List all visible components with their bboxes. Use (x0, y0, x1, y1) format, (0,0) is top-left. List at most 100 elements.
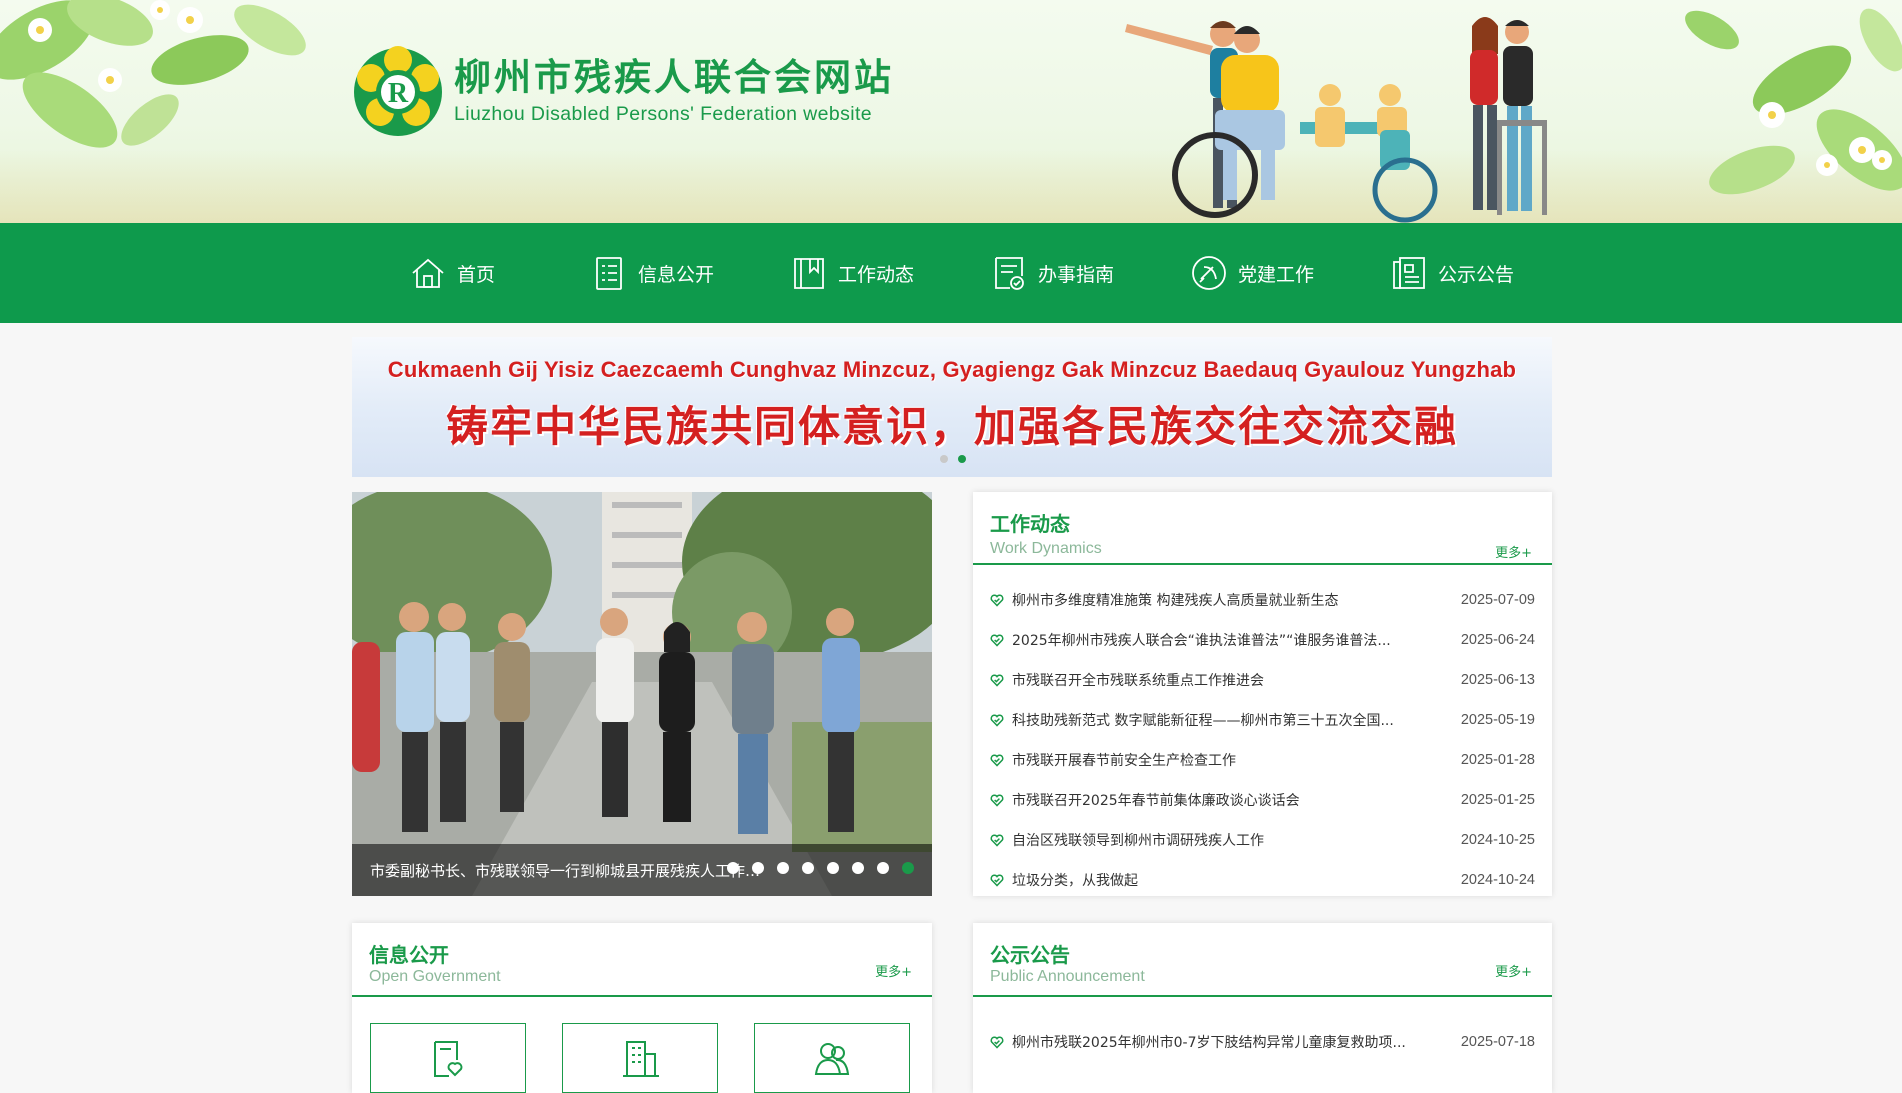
svg-text:R: R (388, 78, 409, 109)
list-item-title[interactable]: 自治区残联领导到柳州市调研残疾人工作 (1012, 830, 1461, 850)
photo-dot[interactable] (777, 862, 789, 874)
site-title-cn: 柳州市残疾人联合会网站 (454, 56, 894, 99)
panel-subtitle: Open Government (369, 968, 501, 985)
list-item-title[interactable]: 市残联召开全市残联系统重点工作推进会 (1012, 670, 1461, 690)
photo-slider[interactable]: 市委副秘书长、市残联领导一行到柳城县开展残疾人工作调研 (352, 492, 932, 896)
site-title-en: Liuzhou Disabled Persons' Federation web… (454, 103, 873, 125)
nav-home-label: 首页 (456, 263, 495, 286)
more-link[interactable]: 更多+ (1495, 542, 1532, 561)
party-icon (1192, 256, 1226, 290)
heart-check-icon (990, 794, 1004, 807)
list-item-date: 2024-10-24 (1460, 872, 1535, 888)
panel-title: 信息公开 (369, 943, 449, 967)
banner-line-zhuang: Cukmaenh Gij Yisiz Caezcaemh Cunghvaz Mi… (387, 357, 1517, 382)
panel-subtitle: Public Announcement (990, 968, 1145, 985)
list-item-title[interactable]: 市残联开展春节前安全生产检查工作 (1012, 750, 1461, 770)
list-item[interactable]: 市残联召开2025年春节前集体廉政谈心谈话会 2025-01-25 (990, 780, 1535, 820)
list-item-date: 2025-07-18 (1460, 1034, 1535, 1050)
heart-check-icon (990, 1036, 1004, 1049)
heart-check-icon (990, 674, 1004, 687)
list-item-title[interactable]: 柳州市残联2025年柳州市0-7岁下肢结构异常儿童康复救助项... (1012, 1032, 1461, 1052)
photo-dot[interactable] (727, 862, 739, 874)
federation-emblem-icon: R (354, 46, 442, 136)
more-link[interactable]: 更多+ (1495, 961, 1532, 980)
panel-title: 公示公告 (990, 943, 1070, 967)
list-item[interactable]: 市残联召开全市残联系统重点工作推进会 2025-06-13 (990, 660, 1535, 700)
nav-work-dynamics-label: 工作动态 (837, 263, 914, 286)
nav-home[interactable]: 首页 (352, 223, 552, 323)
list-item-title[interactable]: 垃圾分类，从我做起 (1012, 870, 1461, 890)
doc-heart-icon (434, 1041, 463, 1077)
heart-check-icon (990, 714, 1004, 727)
info-tile-building[interactable] (562, 1023, 718, 1093)
photo-pagination (727, 862, 914, 874)
list-item[interactable]: 柳州市残联2025年柳州市0-7岁下肢结构异常儿童康复救助项... 2025-07… (990, 1022, 1535, 1062)
building-icon (623, 1041, 659, 1077)
photo-caption-bar: 市委副秘书长、市残联领导一行到柳城县开展残疾人工作调研 (352, 844, 932, 896)
list-item-title[interactable]: 柳州市多维度精准施策 构建残疾人高质量就业新生态 (1012, 590, 1461, 610)
list-item-date: 2025-06-13 (1460, 672, 1535, 688)
list-item-title[interactable]: 市残联召开2025年春节前集体廉政谈心谈话会 (1012, 790, 1461, 810)
nav-info-public-label: 信息公开 (637, 263, 714, 286)
announcement-list: 柳州市残联2025年柳州市0-7岁下肢结构异常儿童康复救助项... 2025-07… (990, 1022, 1535, 1062)
nav-notice[interactable]: 公示公告 (1352, 223, 1552, 323)
notice-icon (1393, 257, 1425, 289)
panel-divider (973, 563, 1552, 565)
banner-line-chinese: 铸牢中华民族共同体意识，加强各民族交往交流交融 (445, 402, 1458, 451)
list-item[interactable]: 2025年柳州市残疾人联合会“谁执法谁普法”“谁服务谁普法... 2025-06-… (990, 620, 1535, 660)
nav-guide-label: 办事指南 (1037, 263, 1114, 286)
photo-dot[interactable] (877, 862, 889, 874)
home-icon (412, 258, 444, 288)
people-illustration (1125, 17, 1547, 223)
list-item-date: 2025-01-28 (1460, 752, 1535, 768)
heart-check-icon (990, 594, 1004, 607)
photo-caption[interactable]: 市委副秘书长、市残联领导一行到柳城县开展残疾人工作调研 (370, 860, 770, 881)
list-item[interactable]: 垃圾分类，从我做起 2024-10-24 (990, 860, 1535, 900)
nav-work-dynamics[interactable]: 工作动态 (752, 223, 952, 323)
work-dynamics-panel: 工作动态 Work Dynamics 更多+ 柳州市多维度精准施策 构建残疾人高… (973, 492, 1552, 896)
list-item[interactable]: 柳州市多维度精准施策 构建残疾人高质量就业新生态 2025-07-09 (990, 580, 1535, 620)
banner-pagination (940, 455, 966, 463)
photo-dot[interactable] (802, 862, 814, 874)
list-item[interactable]: 自治区残联领导到柳州市调研残疾人工作 2024-10-25 (990, 820, 1535, 860)
info-tile-document[interactable] (370, 1023, 526, 1093)
nav-party-label: 党建工作 (1237, 263, 1314, 286)
list-item-title[interactable]: 科技助残新范式 数字赋能新征程——柳州市第三十五次全国... (1012, 710, 1461, 730)
list-item-date: 2025-05-19 (1460, 712, 1535, 728)
list-item-title[interactable]: 2025年柳州市残疾人联合会“谁执法谁普法”“谁服务谁普法... (1012, 630, 1461, 650)
list-item-date: 2025-01-25 (1460, 792, 1535, 808)
more-link[interactable]: 更多+ (875, 961, 912, 980)
list-icon (596, 257, 622, 290)
slogan-banner[interactable]: Cukmaenh Gij Yisiz Caezcaemh Cunghvaz Mi… (352, 337, 1552, 477)
heart-check-icon (990, 834, 1004, 847)
list-item-date: 2025-07-09 (1460, 592, 1535, 608)
announcement-panel: 公示公告 Public Announcement 更多+ 柳州市残联2025年柳… (973, 923, 1552, 1093)
nav-notice-label: 公示公告 (1437, 263, 1514, 286)
photo-dot[interactable] (827, 862, 839, 874)
heart-check-icon (990, 874, 1004, 887)
photo-dot[interactable] (752, 862, 764, 874)
list-item[interactable]: 科技助残新范式 数字赋能新征程——柳州市第三十五次全国... 2025-05-19 (990, 700, 1535, 740)
list-item-date: 2025-06-24 (1460, 632, 1535, 648)
nav-party[interactable]: 党建工作 (1152, 223, 1352, 323)
site-header: R 柳州市残疾人联合会网站 Liuzhou Disabled Persons' … (0, 0, 1902, 223)
leaves-decoration-right (1685, 8, 1902, 195)
info-tile-people[interactable] (754, 1023, 910, 1093)
leaves-decoration-left (0, 0, 306, 148)
nav-info-public[interactable]: 信息公开 (552, 223, 752, 323)
panel-divider (973, 995, 1552, 997)
news-list: 柳州市多维度精准施策 构建残疾人高质量就业新生态 2025-07-09 2025年柳… (990, 580, 1535, 900)
panel-title: 工作动态 (990, 512, 1070, 536)
main-nav: 首页 信息公开 工作动态 办事指南 党建工作 公示公告 (0, 223, 1902, 323)
open-government-panel: 信息公开 Open Government 更多+ (352, 923, 932, 1093)
photo-dot-active[interactable] (902, 862, 914, 874)
photo-dot[interactable] (852, 862, 864, 874)
list-item-date: 2024-10-25 (1460, 832, 1535, 848)
site-logo[interactable]: R 柳州市残疾人联合会网站 Liuzhou Disabled Persons' … (352, 46, 894, 138)
banner-dot[interactable] (940, 455, 948, 463)
nav-guide[interactable]: 办事指南 (952, 223, 1152, 323)
list-item[interactable]: 市残联开展春节前安全生产检查工作 2025-01-28 (990, 740, 1535, 780)
heart-check-icon (990, 634, 1004, 647)
panel-divider (352, 995, 932, 997)
banner-dot-active[interactable] (958, 455, 966, 463)
